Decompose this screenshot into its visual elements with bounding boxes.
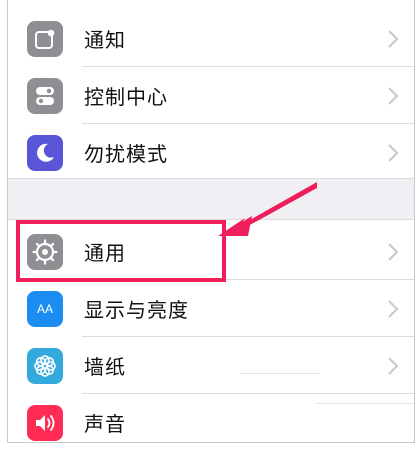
- settings-list: 通知 控制中心 勿扰模式 通用 AA 显示与亮度 墙纸 声音: [7, 0, 415, 443]
- annotation-arrow-icon: [218, 182, 317, 236]
